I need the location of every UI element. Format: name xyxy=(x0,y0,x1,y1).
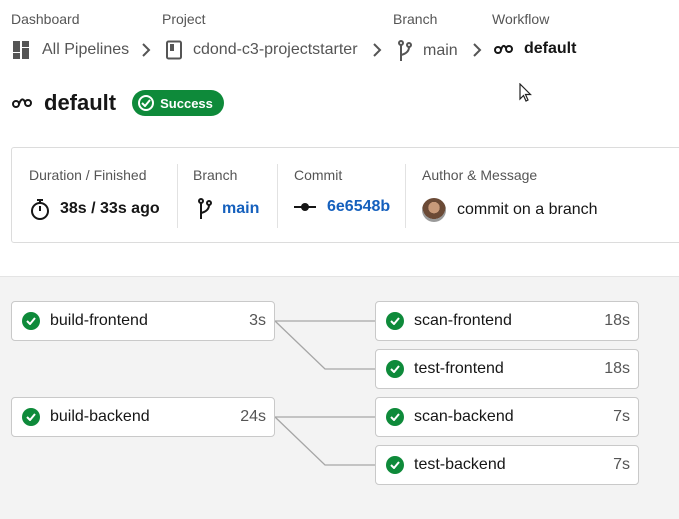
summary-duration-text: 38s / 33s ago xyxy=(60,200,160,217)
job-name: test-frontend xyxy=(414,360,504,377)
book-icon xyxy=(164,40,184,60)
workflow-icon xyxy=(11,94,35,112)
summary-author-label: Author & Message xyxy=(422,167,538,183)
chevron-right-icon xyxy=(473,43,482,57)
summary-branch-text: main xyxy=(222,200,260,217)
summary-branch-link[interactable]: main xyxy=(197,198,259,220)
job-name: build-backend xyxy=(50,408,150,425)
job-duration: 18s xyxy=(604,360,630,377)
breadcrumb-workflow[interactable]: default xyxy=(493,40,576,58)
job-name: scan-frontend xyxy=(414,312,512,329)
branch-icon xyxy=(197,198,213,220)
breadcrumb-all-pipelines[interactable]: All Pipelines xyxy=(11,40,129,60)
check-circle-icon xyxy=(22,408,40,426)
job-scan-frontend[interactable]: scan-frontend 18s xyxy=(375,301,639,341)
check-circle-icon xyxy=(138,95,155,111)
stopwatch-icon xyxy=(29,198,51,220)
status-badge: Success xyxy=(132,90,224,116)
workflow-header: default Success xyxy=(11,90,224,116)
job-test-backend[interactable]: test-backend 7s xyxy=(375,445,639,485)
check-circle-icon xyxy=(386,408,404,426)
summary-commit-link[interactable]: 6e6548b xyxy=(294,198,390,216)
breadcrumb-label-dashboard: Dashboard xyxy=(11,11,80,27)
summary-commit-text: 6e6548b xyxy=(327,198,391,215)
breadcrumb-project-text: cdond-c3-projectstarter xyxy=(193,41,358,58)
job-name: build-frontend xyxy=(50,312,148,329)
divider xyxy=(405,164,406,228)
divider xyxy=(277,164,278,228)
breadcrumb-all-pipelines-text: All Pipelines xyxy=(42,41,130,58)
breadcrumb-label-branch: Branch xyxy=(393,11,438,27)
breadcrumb-label-workflow: Workflow xyxy=(492,11,550,27)
divider xyxy=(177,164,178,228)
commit-message: commit on a branch xyxy=(457,201,598,218)
workflow-icon xyxy=(493,41,515,57)
check-circle-icon xyxy=(22,312,40,330)
status-badge-text: Success xyxy=(160,95,213,111)
breadcrumb-branch[interactable]: main xyxy=(396,40,458,62)
chevron-right-icon xyxy=(142,43,151,57)
branch-icon xyxy=(396,40,414,62)
check-circle-icon xyxy=(386,456,404,474)
job-scan-backend[interactable]: scan-backend 7s xyxy=(375,397,639,437)
grid-icon xyxy=(11,40,33,60)
summary-author-value: commit on a branch xyxy=(422,198,598,222)
summary-duration-value: 38s / 33s ago xyxy=(29,198,160,220)
job-build-backend[interactable]: build-backend 24s xyxy=(11,397,275,437)
job-duration: 7s xyxy=(613,456,630,473)
job-duration: 7s xyxy=(613,408,630,425)
summary-branch-label: Branch xyxy=(193,167,238,183)
job-duration: 3s xyxy=(249,312,266,329)
job-duration: 18s xyxy=(604,312,630,329)
job-test-frontend[interactable]: test-frontend 18s xyxy=(375,349,639,389)
check-circle-icon xyxy=(386,312,404,330)
avatar xyxy=(422,198,446,222)
page-title: default xyxy=(44,90,117,115)
pipeline-graph: build-frontend 3s build-backend 24s scan… xyxy=(0,276,679,519)
job-name: test-backend xyxy=(414,456,506,473)
breadcrumb-workflow-text: default xyxy=(524,40,577,57)
mouse-cursor-icon xyxy=(519,83,532,102)
job-name: scan-backend xyxy=(414,408,514,425)
breadcrumb-branch-text: main xyxy=(423,42,458,59)
summary-duration-label: Duration / Finished xyxy=(29,167,147,183)
commit-icon xyxy=(294,201,316,213)
check-circle-icon xyxy=(386,360,404,378)
chevron-right-icon xyxy=(373,43,382,57)
job-build-frontend[interactable]: build-frontend 3s xyxy=(11,301,275,341)
summary-commit-label: Commit xyxy=(294,167,343,183)
breadcrumb-label-project: Project xyxy=(162,11,206,27)
job-duration: 24s xyxy=(240,408,266,425)
breadcrumb-project[interactable]: cdond-c3-projectstarter xyxy=(164,40,358,60)
workflow-summary-card: Duration / Finished 38s / 33s ago Branch… xyxy=(11,147,679,243)
